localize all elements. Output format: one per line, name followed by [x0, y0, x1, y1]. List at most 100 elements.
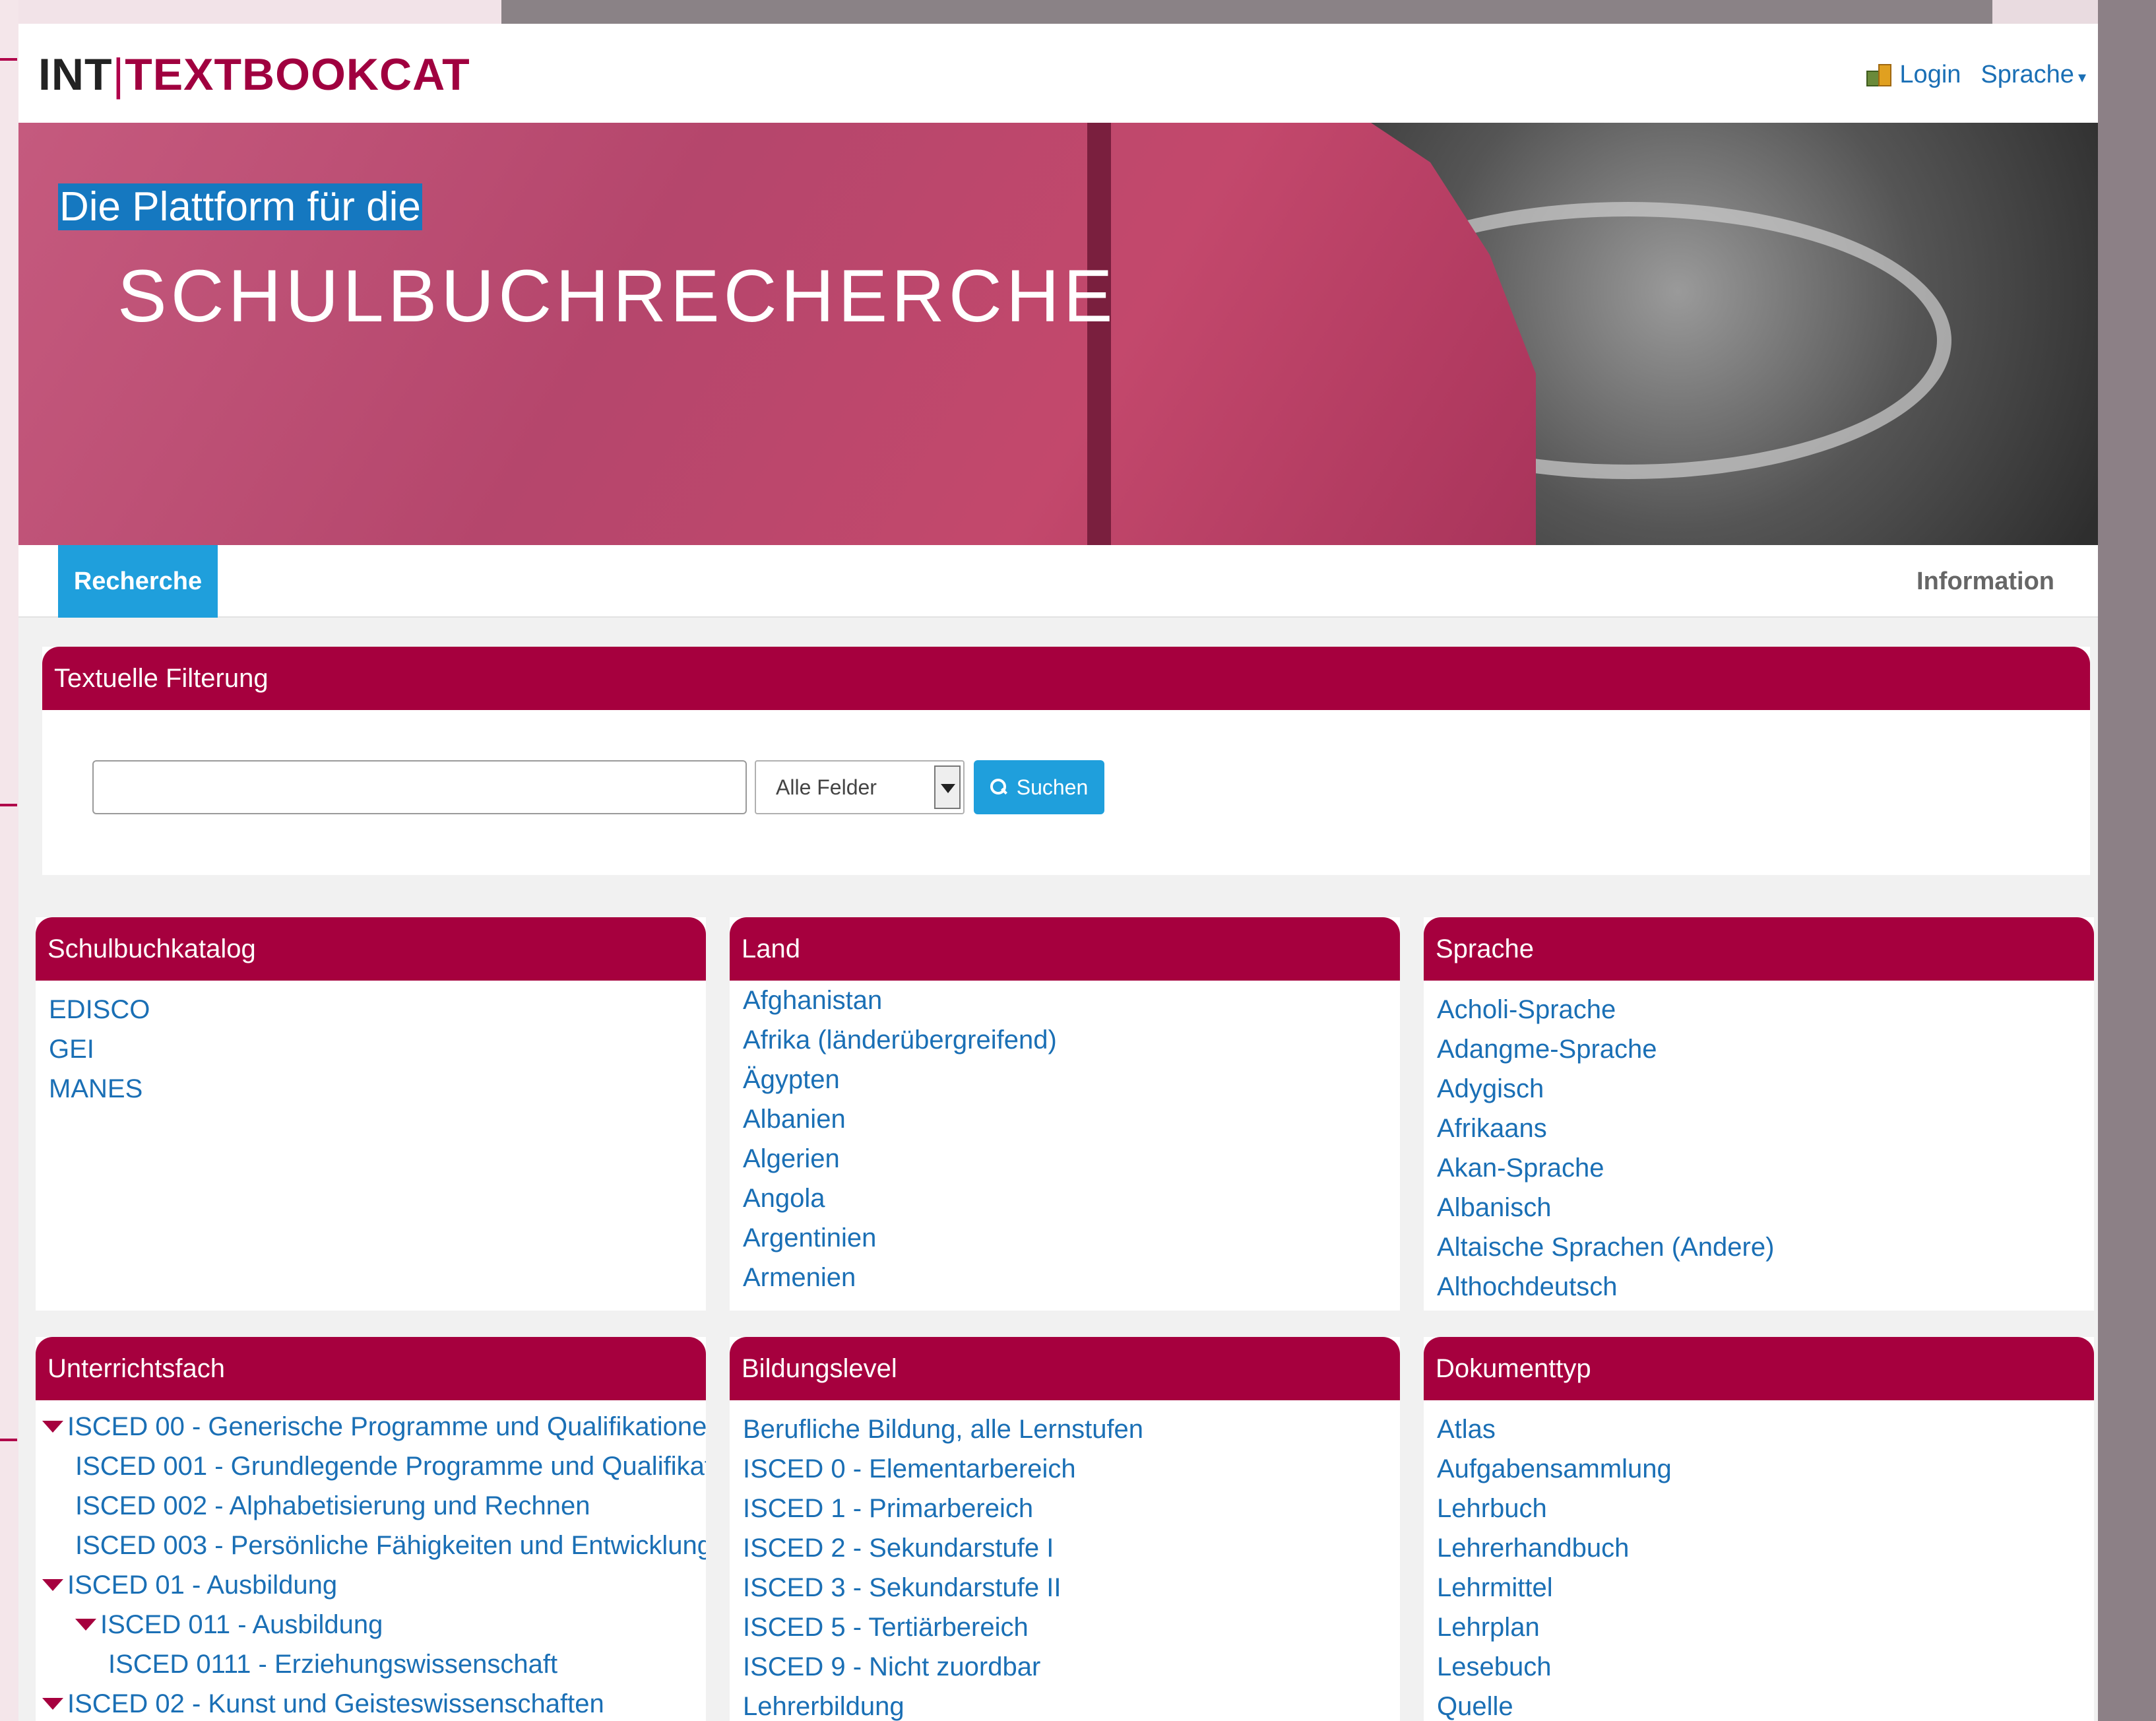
- facet-item[interactable]: Argentinien: [743, 1218, 1387, 1258]
- facet-item[interactable]: EDISCO: [49, 990, 693, 1029]
- panel-heading: Dokumenttyp: [1424, 1337, 2094, 1400]
- facet-item[interactable]: Angola: [743, 1179, 1387, 1218]
- tree-item-label: ISCED 003 - Persönliche Fähigkeiten und …: [75, 1531, 706, 1560]
- facet-item[interactable]: Aufgabensammlung: [1437, 1449, 2081, 1489]
- facet-panel-language: Sprache Acholi-Sprache Adangme-Sprache A…: [1424, 917, 2094, 1311]
- caret-down-icon[interactable]: [42, 1579, 63, 1591]
- logo-separator: |: [112, 49, 125, 100]
- decorative-line: [0, 804, 17, 806]
- facet-item[interactable]: ISCED 9 - Nicht zuordbar: [743, 1647, 1387, 1687]
- tree-item-label: ISCED 01 - Ausbildung: [67, 1571, 338, 1600]
- facet-item[interactable]: Armenien: [743, 1258, 1387, 1297]
- search-icon: [990, 779, 1007, 796]
- facet-item[interactable]: Lehrbuch: [1437, 1489, 2081, 1528]
- facet-item[interactable]: Afrikaans: [1437, 1109, 2081, 1148]
- facet-item[interactable]: Altaische Sprachen (Andere): [1437, 1227, 2081, 1267]
- facet-item[interactable]: Afghanistan: [743, 981, 1387, 1020]
- facet-panel-doctype: Dokumenttyp Atlas Aufgabensammlung Lehrb…: [1424, 1337, 2094, 1721]
- facet-panel-education: Bildungslevel Berufliche Bildung, alle L…: [730, 1337, 1400, 1721]
- decorative-line: [0, 1439, 17, 1441]
- tree-item-label: ISCED 00 - Generische Programme und Qual…: [67, 1412, 706, 1441]
- facet-panel-catalog: Schulbuchkatalog EDISCO GEI MANES: [36, 917, 706, 1311]
- panel-heading: Land: [730, 917, 1400, 981]
- facet-item[interactable]: Albanisch: [1437, 1188, 2081, 1227]
- facet-panel-country: Land Afghanistan Afrika (länderübergreif…: [730, 917, 1400, 1311]
- tree-item-label: ISCED 02 - Kunst und Geisteswissenschaft…: [67, 1689, 604, 1718]
- facet-item[interactable]: Lehrerhandbuch: [1437, 1528, 2081, 1568]
- panel-heading: Bildungslevel: [730, 1337, 1400, 1400]
- background-left: [0, 0, 18, 1721]
- panel-heading: Schulbuchkatalog: [36, 917, 706, 981]
- tree-item[interactable]: ISCED 002 - Alphabetisierung und Rechnen: [42, 1486, 706, 1526]
- caret-down-icon[interactable]: [75, 1619, 96, 1631]
- facet-item[interactable]: GEI: [49, 1029, 693, 1069]
- facet-item[interactable]: ISCED 1 - Primarbereich: [743, 1489, 1387, 1528]
- header-actions: Login Sprache ▾: [1866, 61, 2086, 89]
- language-dropdown[interactable]: Sprache ▾: [1981, 61, 2086, 89]
- tree-item[interactable]: ISCED 0111 - Erziehungswissenschaft: [42, 1644, 706, 1684]
- tree-item[interactable]: ISCED 00 - Generische Programme und Qual…: [42, 1407, 706, 1446]
- facet-item[interactable]: ISCED 3 - Sekundarstufe II: [743, 1568, 1387, 1607]
- facet-item[interactable]: Acholi-Sprache: [1437, 990, 2081, 1029]
- facet-item[interactable]: MANES: [49, 1069, 693, 1109]
- login-icon: [1866, 63, 1893, 86]
- panel-heading: Sprache: [1424, 917, 2094, 981]
- panel-heading: Textuelle Filterung: [42, 647, 2090, 710]
- background-right: [2098, 0, 2156, 1721]
- tab-recherche[interactable]: Recherche: [58, 545, 218, 618]
- facet-item[interactable]: Lesebuch: [1437, 1647, 2081, 1687]
- field-select-value: Alle Felder: [776, 775, 877, 799]
- chevron-down-icon: ▾: [2077, 69, 2086, 86]
- facet-item[interactable]: Albanien: [743, 1099, 1387, 1139]
- search-button-label: Suchen: [1016, 775, 1089, 799]
- facet-item[interactable]: Quelle: [1437, 1687, 2081, 1721]
- site-header: INT|TEXTBOOKCAT Login Sprache ▾: [18, 24, 2098, 123]
- hero-banner: Die Plattform für die SCHULBUCHRECHERCHE: [18, 123, 2098, 545]
- login-label: Login: [1899, 61, 1961, 88]
- facet-item[interactable]: Ägypten: [743, 1060, 1387, 1099]
- caret-down-icon[interactable]: [42, 1698, 63, 1710]
- language-label: Sprache: [1981, 61, 2074, 88]
- tree-item[interactable]: ISCED 01 - Ausbildung: [42, 1565, 706, 1605]
- facet-item[interactable]: Lehrmittel: [1437, 1568, 2081, 1607]
- search-button[interactable]: Suchen: [974, 760, 1104, 814]
- tree-item[interactable]: ISCED 001 - Grundlegende Programme und Q…: [42, 1446, 706, 1486]
- facet-item[interactable]: Adangme-Sprache: [1437, 1029, 2081, 1069]
- tree-item[interactable]: ISCED 003 - Persönliche Fähigkeiten und …: [42, 1526, 706, 1565]
- facet-item[interactable]: Lehrplan: [1437, 1607, 2081, 1647]
- chevron-down-icon: [934, 765, 961, 809]
- background-top-shadow: [501, 0, 1992, 24]
- main-nav: Recherche Information: [18, 545, 2098, 618]
- tree-item-label: ISCED 001 - Grundlegende Programme und Q…: [75, 1452, 706, 1481]
- facet-item[interactable]: Adygisch: [1437, 1069, 2081, 1109]
- text-filter-panel: Textuelle Filterung Alle Felder Suchen: [42, 647, 2090, 875]
- search-input[interactable]: [92, 760, 747, 814]
- nav-information[interactable]: Information: [1917, 568, 2054, 596]
- facet-item[interactable]: ISCED 5 - Tertiärbereich: [743, 1607, 1387, 1647]
- tree-item[interactable]: ISCED 02 - Kunst und Geisteswissenschaft…: [42, 1684, 706, 1721]
- tree-item-label: ISCED 0111 - Erziehungswissenschaft: [108, 1650, 558, 1679]
- site-logo[interactable]: INT|TEXTBOOKCAT: [38, 49, 470, 100]
- facet-item[interactable]: ISCED 2 - Sekundarstufe I: [743, 1528, 1387, 1568]
- page: INT|TEXTBOOKCAT Login Sprache ▾ Die Platt…: [18, 24, 2098, 1721]
- facet-item[interactable]: Algerien: [743, 1139, 1387, 1179]
- facet-item[interactable]: Althochdeutsch: [1437, 1267, 2081, 1307]
- hero-subtitle: Die Plattform für die: [58, 183, 422, 230]
- logo-int: INT: [38, 49, 113, 100]
- decorative-line: [0, 58, 17, 61]
- hero-title: SCHULBUCHRECHERCHE: [117, 255, 1117, 337]
- field-select[interactable]: Alle Felder: [755, 760, 965, 814]
- tree-item[interactable]: ISCED 011 - Ausbildung: [42, 1605, 706, 1644]
- facet-item[interactable]: Atlas: [1437, 1410, 2081, 1449]
- logo-textbookcat: TEXTBOOKCAT: [125, 49, 470, 100]
- facet-item[interactable]: Berufliche Bildung, alle Lernstufen: [743, 1410, 1387, 1449]
- login-link[interactable]: Login: [1866, 61, 1961, 89]
- tree-item-label: ISCED 011 - Ausbildung: [100, 1610, 383, 1639]
- panel-heading: Unterrichtsfach: [36, 1337, 706, 1400]
- caret-down-icon[interactable]: [42, 1421, 63, 1433]
- facet-panel-subject: Unterrichtsfach ISCED 00 - Generische Pr…: [36, 1337, 706, 1721]
- facet-item[interactable]: Akan-Sprache: [1437, 1148, 2081, 1188]
- facet-item[interactable]: Afrika (länderübergreifend): [743, 1020, 1387, 1060]
- facet-item[interactable]: Lehrerbildung: [743, 1687, 1387, 1721]
- facet-item[interactable]: ISCED 0 - Elementarbereich: [743, 1449, 1387, 1489]
